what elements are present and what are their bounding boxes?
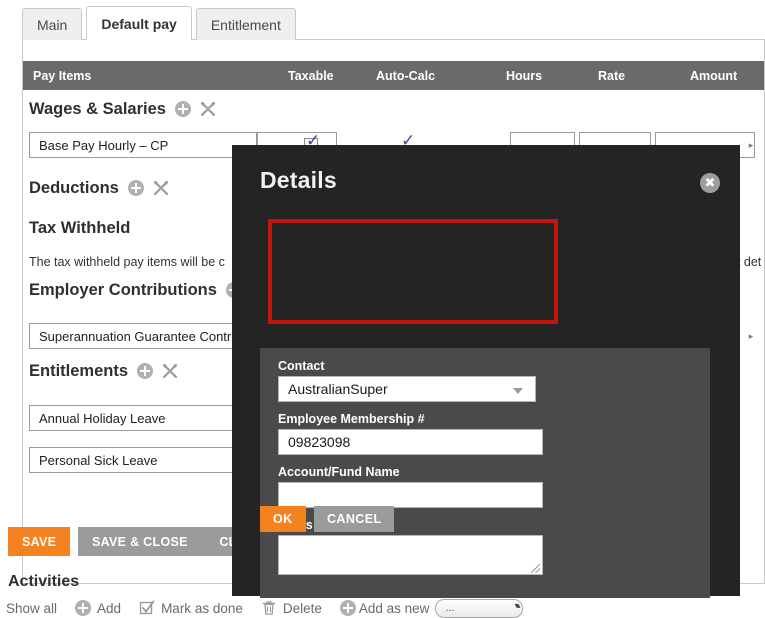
save-button-label: SAVE [22, 534, 57, 549]
app-root: Main Default pay Entitlement Pay Items T… [0, 0, 765, 618]
save-and-close-button-label: SAVE & CLOSE [92, 534, 188, 549]
add-as-new-label: Add as new [358, 600, 430, 616]
details-modal: Details ✖ Contact AustralianSuper Employ… [232, 145, 740, 598]
section-deductions: Deductions [29, 180, 169, 197]
section-title-entitlements: Entitlements [29, 362, 129, 380]
cancel-button[interactable]: CANCEL [314, 506, 395, 532]
add-wages-icon[interactable] [174, 101, 191, 118]
row-super-guarantee-spinner[interactable]: ▸ [744, 324, 758, 348]
activities-select[interactable]: ... [435, 598, 524, 618]
row-super-guarantee-label: Superannuation Guarantee Contri [39, 328, 235, 344]
tab-default-pay-label: Default pay [101, 15, 177, 32]
employee-membership-input[interactable]: 09823098 [278, 429, 543, 455]
close-icon[interactable]: ✖ [700, 173, 720, 193]
employee-membership-value: 09823098 [288, 434, 351, 450]
column-header-auto-calc: Auto-Calc [376, 69, 436, 83]
delete-action[interactable]: Delete [261, 600, 322, 616]
column-header-rate: Rate [598, 69, 626, 83]
ok-button[interactable]: OK [260, 506, 306, 532]
row-personal-sick-leave[interactable]: Personal Sick Leave [29, 447, 257, 473]
add-action[interactable]: Add [75, 600, 121, 616]
section-title-wages: Wages & Salaries [29, 100, 166, 118]
row-personal-sick-leave-label: Personal Sick Leave [39, 452, 158, 468]
activities-action-bar: Show all Add Mark as done Delete Add as … [0, 598, 765, 618]
section-title-employer-contributions: Employer Contributions [29, 281, 217, 299]
mark-as-done-action[interactable]: Mark as done [139, 600, 243, 616]
add-as-new-icon [339, 600, 356, 616]
section-title-tax-withheld: Tax Withheld [29, 219, 131, 237]
highlight-rectangle [268, 219, 558, 324]
show-all-action[interactable]: Show all [6, 601, 57, 616]
contact-select[interactable]: AustralianSuper [278, 376, 536, 402]
mark-as-done-label: Mark as done [161, 600, 243, 616]
activities-select-value: ... [445, 602, 455, 614]
row-annual-holiday-leave[interactable]: Annual Holiday Leave [29, 405, 257, 431]
row-annual-holiday-leave-label: Annual Holiday Leave [39, 410, 166, 426]
save-and-close-button[interactable]: SAVE & CLOSE [78, 527, 202, 556]
tab-default-pay[interactable]: Default pay [86, 6, 192, 40]
add-icon [75, 600, 92, 616]
add-entitlements-icon[interactable] [137, 363, 154, 380]
trash-icon [261, 600, 277, 616]
pay-items-table-header: Pay Items Taxable Auto-Calc Hours Rate A… [23, 61, 764, 90]
section-wages-and-salaries: Wages & Salaries [29, 101, 216, 118]
contact-select-value: AustralianSuper [288, 381, 388, 397]
tools-entitlements-icon[interactable] [162, 363, 178, 379]
add-label: Add [97, 600, 122, 616]
tab-entitlement[interactable]: Entitlement [195, 8, 296, 40]
section-employer-contributions: Employer Contributions [29, 282, 242, 299]
delete-label: Delete [282, 600, 322, 616]
tab-bar: Main Default pay Entitlement [22, 6, 296, 40]
contact-label: Contact [278, 359, 325, 373]
tax-withheld-note: The tax withheld pay items will be c [29, 255, 225, 269]
close-icon-glyph: ✖ [704, 175, 716, 191]
row-base-pay-label: Base Pay Hourly – CP [39, 137, 169, 153]
row-super-guarantee-name[interactable]: Superannuation Guarantee Contri [29, 323, 257, 349]
ok-button-label: OK [273, 512, 293, 526]
activities-heading: Activities [8, 573, 80, 590]
row-base-pay-name[interactable]: Base Pay Hourly – CP [29, 132, 257, 158]
tools-wages-icon[interactable] [200, 101, 216, 117]
section-entitlements: Entitlements [29, 363, 178, 380]
details-modal-body: Contact AustralianSuper Employee Members… [260, 348, 710, 598]
column-header-hours: Hours [506, 69, 543, 83]
save-button[interactable]: SAVE [8, 527, 71, 556]
column-header-taxable: Taxable [288, 69, 334, 83]
section-tax-withheld: Tax Withheld [29, 220, 130, 237]
tab-main-label: Main [37, 16, 68, 33]
column-header-amount: Amount [690, 69, 738, 83]
show-all-label: Show all [6, 600, 58, 616]
details-modal-title: Details [260, 167, 337, 193]
add-as-new-action[interactable]: Add as new [339, 600, 430, 616]
account-fund-name-input[interactable] [278, 482, 543, 508]
checkbox-check-icon [139, 600, 155, 616]
tab-entitlement-label: Entitlement [210, 16, 281, 33]
row-base-pay-amount-spinner[interactable]: ▸ [744, 133, 758, 157]
column-header-pay-items: Pay Items [33, 69, 92, 83]
notes-textarea[interactable] [278, 535, 543, 575]
tools-deductions-icon[interactable] [153, 180, 169, 196]
tab-main[interactable]: Main [22, 8, 83, 40]
cancel-button-label: CANCEL [327, 512, 382, 526]
add-deductions-icon[interactable] [127, 180, 144, 197]
employee-membership-label: Employee Membership # [278, 412, 425, 426]
section-title-deductions: Deductions [29, 179, 119, 197]
account-fund-name-label: Account/Fund Name [278, 465, 400, 479]
